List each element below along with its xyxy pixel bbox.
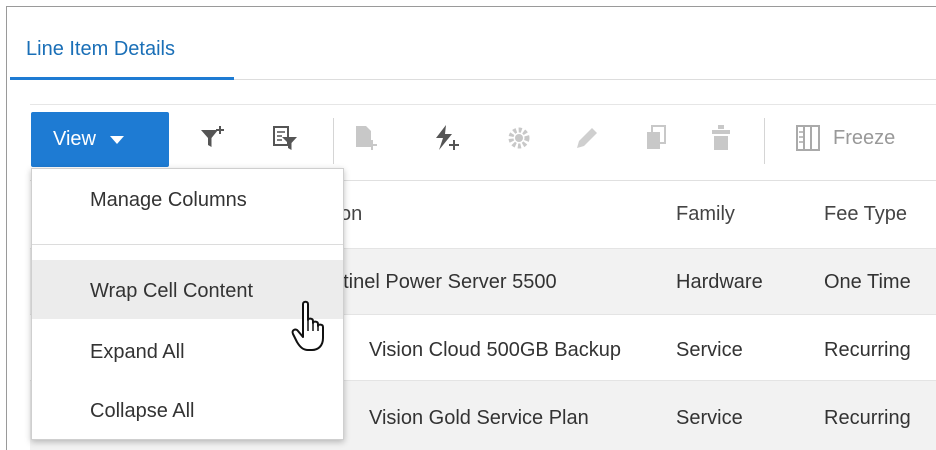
menu-item-manage-columns[interactable]: Manage Columns	[32, 189, 343, 212]
filter-table-icon[interactable]	[270, 123, 300, 153]
cell-family: Hardware	[676, 271, 763, 293]
freeze-button[interactable]: Freeze	[795, 124, 895, 152]
active-tab-indicator	[10, 77, 234, 80]
cell-description: Vision Cloud 500GB Backup	[369, 339, 622, 361]
view-menu-button[interactable]: View	[31, 112, 169, 167]
column-header-fee-type[interactable]: Fee Type	[824, 203, 907, 226]
tab-divider	[234, 79, 936, 80]
freeze-columns-icon	[796, 125, 820, 151]
toolbar-separator	[333, 118, 334, 164]
add-filter-icon[interactable]	[198, 123, 228, 153]
toolbar-separator	[764, 118, 765, 164]
view-button-label: View	[53, 128, 96, 150]
freeze-label: Freeze	[833, 126, 896, 149]
caret-down-icon	[110, 135, 124, 144]
cell-family: Service	[676, 407, 743, 429]
settings-gear-icon	[508, 127, 530, 149]
copy-icon	[647, 125, 666, 149]
cell-description: Vision Gold Service Plan	[369, 407, 589, 429]
menu-item-collapse-all[interactable]: Collapse All	[32, 400, 343, 423]
tab-line-item-details[interactable]: Line Item Details	[26, 38, 175, 61]
edit-pencil-icon	[577, 128, 597, 148]
add-row-icon	[356, 126, 377, 150]
delete-trash-icon	[712, 125, 730, 150]
toolbar-top-border	[30, 104, 936, 105]
cell-family: Service	[676, 339, 743, 361]
add-bolt-icon[interactable]	[432, 123, 462, 153]
cell-description: ntinel Power Server 5500	[332, 271, 557, 293]
menu-separator	[32, 244, 343, 245]
cell-fee-type: Recurring	[824, 339, 911, 361]
cell-fee-type: Recurring	[824, 407, 911, 429]
column-header-family[interactable]: Family	[676, 203, 735, 226]
cell-fee-type: One Time	[824, 271, 911, 293]
hand-cursor-icon	[291, 300, 324, 351]
